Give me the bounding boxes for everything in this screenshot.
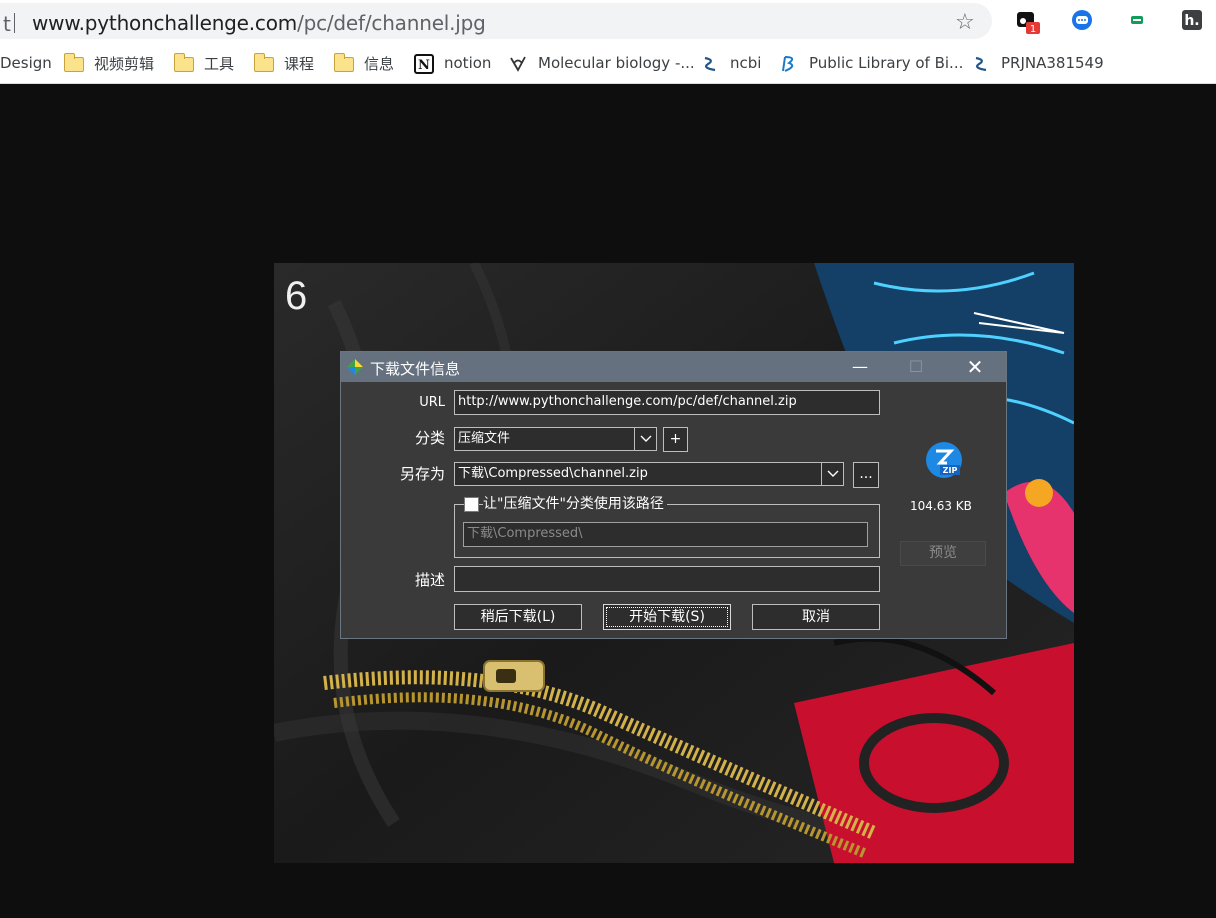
description-field[interactable] [454,566,880,592]
bookmark-label: ncbi [730,54,762,72]
default-path-field[interactable]: 下载\Compressed\ [463,522,868,547]
bookmark-folder-info[interactable]: 信息 [333,52,395,74]
add-category-button[interactable]: + [663,427,688,452]
browser-toolbar: t www.pythonchallenge.com/pc/def/channel… [0,0,1216,42]
url-text[interactable]: www.pythonchallenge.com/pc/def/channel.j… [32,11,486,35]
save-as-label: 另存为 [399,465,445,483]
bookmark-label: 视频剪辑 [94,54,155,73]
bookmark-folder-video[interactable]: 视频剪辑 [63,52,155,74]
file-size: 104.63 KB [910,499,972,513]
bookmark-label: 课程 [284,54,315,73]
save-as-combobox[interactable]: 下载\Compressed\channel.zip [454,462,844,486]
download-dialog: 下载文件信息 — ☐ ✕ URL http://www.pythonchalle… [340,351,1007,639]
url-host: www.pythonchallenge.com [32,11,298,35]
remember-path-label: 让"压缩文件"分类使用该路径 [483,493,667,513]
dialog-title-bar[interactable]: 下载文件信息 — ☐ ✕ [341,352,1006,382]
bookmark-star-icon[interactable]: ☆ [955,10,975,35]
dialog-title: 下载文件信息 [370,360,461,378]
ncbi-icon [971,54,991,72]
bookmark-molecular-biology[interactable]: Molecular biology -... [508,52,695,74]
ext-green-icon[interactable] [1126,9,1148,31]
bookmark-plos[interactable]: Public Library of Bi... [779,52,963,74]
svg-text:ZIP: ZIP [943,466,958,475]
remember-path-checkbox[interactable] [464,497,479,512]
cancel-button[interactable]: 取消 [752,604,880,630]
bookmark-label: 工具 [204,54,235,73]
url-path: /pc/def/channel.jpg [297,11,486,35]
category-value: 压缩文件 [458,431,511,446]
ext-badge-icon[interactable]: 1 [1016,9,1040,35]
bookmark-label: 信息 [364,54,395,73]
start-download-button[interactable]: 开始下载(S) [603,604,731,630]
svg-text:N: N [418,58,430,73]
molecule-icon [508,54,528,72]
bookmark-notion[interactable]: N notion [414,52,491,74]
url-label: URL [419,395,445,410]
bookmark-folder-courses[interactable]: 课程 [253,52,315,74]
close-button[interactable]: ✕ [952,352,998,382]
bookmark-label: Design [0,54,52,72]
category-select[interactable]: 压缩文件 [454,427,657,451]
maximize-button[interactable]: ☐ [893,352,939,382]
bookmark-folder-tools[interactable]: 工具 [173,52,235,74]
folder-icon [253,53,274,72]
idm-logo-icon [345,358,365,376]
ext-blue-circle-icon[interactable] [1071,9,1093,31]
zip-icon: ZIP [925,441,963,479]
bookmark-design[interactable]: Design [0,52,52,74]
save-as-value: 下载\Compressed\channel.zip [458,466,648,481]
plos-icon [779,54,799,72]
folder-icon [333,53,354,72]
folder-icon [173,53,194,72]
bookmark-prjna[interactable]: PRJNA381549 [971,52,1104,74]
ext-h-icon[interactable]: h. [1181,9,1203,31]
svg-text:h.: h. [1184,13,1199,29]
browse-button[interactable]: ... [853,462,879,488]
category-label: 分类 [414,429,445,447]
bookmark-label: Molecular biology -... [538,54,695,72]
bookmark-label: notion [444,54,492,72]
omnibox-divider [14,13,15,33]
omnibox-prefix: t [3,12,11,36]
bookmark-label: Public Library of Bi... [809,54,964,72]
description-label: 描述 [414,571,445,589]
address-bar[interactable]: t www.pythonchallenge.com/pc/def/channel… [0,3,992,39]
preview-button[interactable]: 预览 [900,541,986,566]
folder-icon [63,53,84,72]
bookmark-ncbi[interactable]: ncbi [700,52,761,74]
bookmarks-bar: Design 视频剪辑 工具 课程 信息 N notion Molecular … [0,42,1216,84]
ext-badge-count: 1 [1030,24,1036,35]
chevron-down-icon[interactable] [821,463,843,485]
url-field[interactable]: http://www.pythonchallenge.com/pc/def/ch… [454,390,880,415]
ncbi-icon [700,54,720,72]
photo-number: 6 [285,274,307,318]
notion-icon: N [414,54,434,74]
bookmark-label: PRJNA381549 [1001,54,1104,72]
minimize-button[interactable]: — [837,352,883,382]
download-later-button[interactable]: 稍后下载(L) [454,604,582,630]
chevron-down-icon[interactable] [634,428,656,450]
